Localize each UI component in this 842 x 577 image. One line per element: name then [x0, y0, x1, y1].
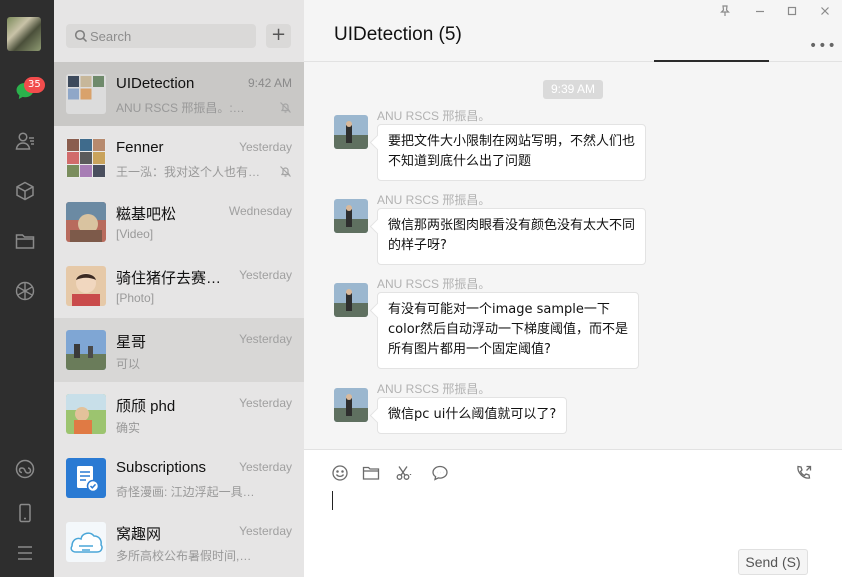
contact-avatar — [66, 266, 106, 306]
phone-icon[interactable] — [14, 502, 36, 524]
conversation-preview: [Photo] — [116, 291, 155, 305]
conversation-time: Yesterday — [239, 140, 292, 154]
message-line: 微信那两张图肉眼看没有颜色没有太大不同 — [388, 218, 636, 233]
message-input-area: Send (S) — [304, 449, 842, 577]
pin-icon[interactable] — [718, 4, 732, 18]
conversation-time: Yesterday — [239, 460, 292, 474]
sender-avatar[interactable] — [334, 283, 368, 317]
search-input[interactable] — [90, 24, 250, 48]
chat-title: UIDetection (5) — [334, 24, 462, 45]
conversation-preview: 王一泓：我对这个人也有… — [116, 165, 261, 179]
chat-pane: UIDetection (5) ••• 9:39 AM ANU RSCS 邢振昌… — [304, 0, 842, 577]
message-line: color然后自动浮动一下梯度阈值，而不是 — [388, 322, 629, 337]
message-line: 有没有可能对一个image sample一下 — [388, 302, 610, 317]
conversation-preview: 确实 — [116, 421, 141, 435]
group-avatar — [66, 74, 106, 114]
conversation-time: Yesterday — [239, 396, 292, 410]
contacts-icon[interactable] — [14, 130, 36, 152]
search-box[interactable] — [66, 24, 256, 48]
conversation-list-pane: + UIDetection 9:42 AM ANU RSCS 邢振昌。:… Fe… — [54, 0, 304, 577]
sender-avatar[interactable] — [334, 115, 368, 149]
mini-programs-icon[interactable] — [14, 458, 36, 480]
maximize-icon[interactable] — [785, 4, 799, 18]
conversation-name: 颀颀 phd — [116, 398, 176, 415]
conversation-item[interactable]: 星哥 Yesterday 可以 — [54, 318, 304, 382]
add-chat-button[interactable]: + — [266, 24, 291, 48]
files-folder-icon[interactable] — [14, 230, 36, 252]
message-line: 所有图片都用一个固定阈值? — [388, 342, 551, 357]
sender-name: ANU RSCS 邢振昌。 — [377, 193, 491, 207]
conversation-item[interactable]: 窝趣网 Yesterday 多所高校公布暑假时间,… — [54, 510, 304, 574]
message-bubble[interactable]: 微信pc ui什么阈值就可以了? — [377, 397, 568, 434]
minimize-icon[interactable] — [753, 4, 767, 18]
message-line: 的样子呀? — [388, 238, 447, 253]
conversation-item[interactable]: Fenner Yesterday 王一泓：我对这个人也有… — [54, 126, 304, 190]
conversation-name: 星哥 — [116, 334, 147, 351]
message-timestamp: 9:39 AM — [543, 80, 603, 99]
sender-name: ANU RSCS 邢振昌。 — [377, 109, 491, 123]
message-bubble[interactable]: 微信那两张图肉眼看没有颜色没有太大不同 的样子呀? — [377, 208, 647, 265]
message-bubble[interactable]: 要把文件大小限制在网站写明，不然人们也 不知道到底什么出了问题 — [377, 124, 647, 181]
contact-avatar — [66, 330, 106, 370]
voice-call-icon[interactable] — [795, 464, 813, 482]
conversation-name: Fenner — [116, 139, 164, 156]
sender-avatar[interactable] — [334, 388, 368, 422]
my-avatar[interactable] — [7, 17, 41, 51]
conversation-time: Wednesday — [228, 204, 292, 218]
conversation-preview: ANU RSCS 邢振昌。:… — [116, 101, 245, 115]
subscriptions-icon — [66, 458, 106, 498]
conversation-preview: 多所高校公布暑假时间,… — [116, 549, 252, 563]
contact-avatar — [66, 202, 106, 242]
conversation-item[interactable]: UIDetection 9:42 AM ANU RSCS 邢振昌。:… — [54, 62, 304, 126]
group-avatar — [66, 138, 106, 178]
conversation-name: 糍基吧松 — [116, 206, 177, 223]
message-composer-input[interactable] — [332, 490, 812, 530]
conversation-time: Yesterday — [239, 524, 292, 538]
conversation-preview: 可以 — [116, 357, 141, 371]
sender-avatar[interactable] — [334, 199, 368, 233]
send-button[interactable]: Send (S) — [738, 549, 808, 575]
sender-name: ANU RSCS 邢振昌。 — [377, 277, 491, 291]
chat-header: UIDetection (5) ••• — [304, 0, 842, 62]
conversation-name: Subscriptions — [116, 459, 207, 476]
conversation-time: Yesterday — [239, 332, 292, 346]
search-icon — [74, 29, 88, 43]
conversation-name: 骑住猪仔去赛… — [116, 270, 222, 287]
more-options-icon[interactable]: ••• — [809, 38, 836, 54]
conversation-name: UIDetection — [116, 75, 195, 92]
conversation-time: 9:42 AM — [247, 76, 292, 90]
message-line: 要把文件大小限制在网站写明，不然人们也 — [388, 134, 636, 149]
favorites-cube-icon[interactable] — [14, 180, 36, 202]
mute-bell-icon — [280, 166, 291, 177]
mute-bell-icon — [280, 102, 291, 113]
menu-icon[interactable] — [14, 542, 36, 564]
header-underline — [654, 60, 769, 62]
close-icon[interactable] — [818, 4, 832, 18]
unread-badge: 35 — [24, 77, 45, 93]
chat-history-icon[interactable] — [431, 464, 449, 482]
contact-avatar — [66, 394, 106, 434]
message-line: 不知道到底什么出了问题 — [388, 154, 532, 169]
conversation-time: Yesterday — [239, 268, 292, 282]
message-bubble[interactable]: 有没有可能对一个image sample一下 color然后自动浮动一下梯度阈值… — [377, 292, 640, 369]
conversation-name: 窝趣网 — [116, 526, 162, 543]
conversation-preview: 奇怪漫画: 江边浮起一具… — [116, 485, 255, 499]
sender-name: ANU RSCS 邢振昌。 — [377, 382, 491, 396]
conversation-item[interactable]: 颀颀 phd Yesterday 确实 — [54, 382, 304, 446]
screenshot-scissors-icon[interactable] — [395, 464, 413, 482]
message-line: 微信pc ui什么阈值就可以了? — [388, 407, 557, 422]
moments-icon[interactable] — [14, 280, 36, 302]
navigation-rail: 35 — [0, 0, 54, 577]
emoji-icon[interactable] — [331, 464, 349, 482]
conversation-preview: [Video] — [116, 227, 154, 241]
send-file-folder-icon[interactable] — [362, 464, 380, 482]
conversation-item[interactable]: 骑住猪仔去赛… Yesterday [Photo] — [54, 254, 304, 318]
conversation-item[interactable]: Subscriptions Yesterday 奇怪漫画: 江边浮起一具… — [54, 446, 304, 510]
conversation-item[interactable]: 糍基吧松 Wednesday [Video] — [54, 190, 304, 254]
contact-avatar — [66, 522, 106, 562]
